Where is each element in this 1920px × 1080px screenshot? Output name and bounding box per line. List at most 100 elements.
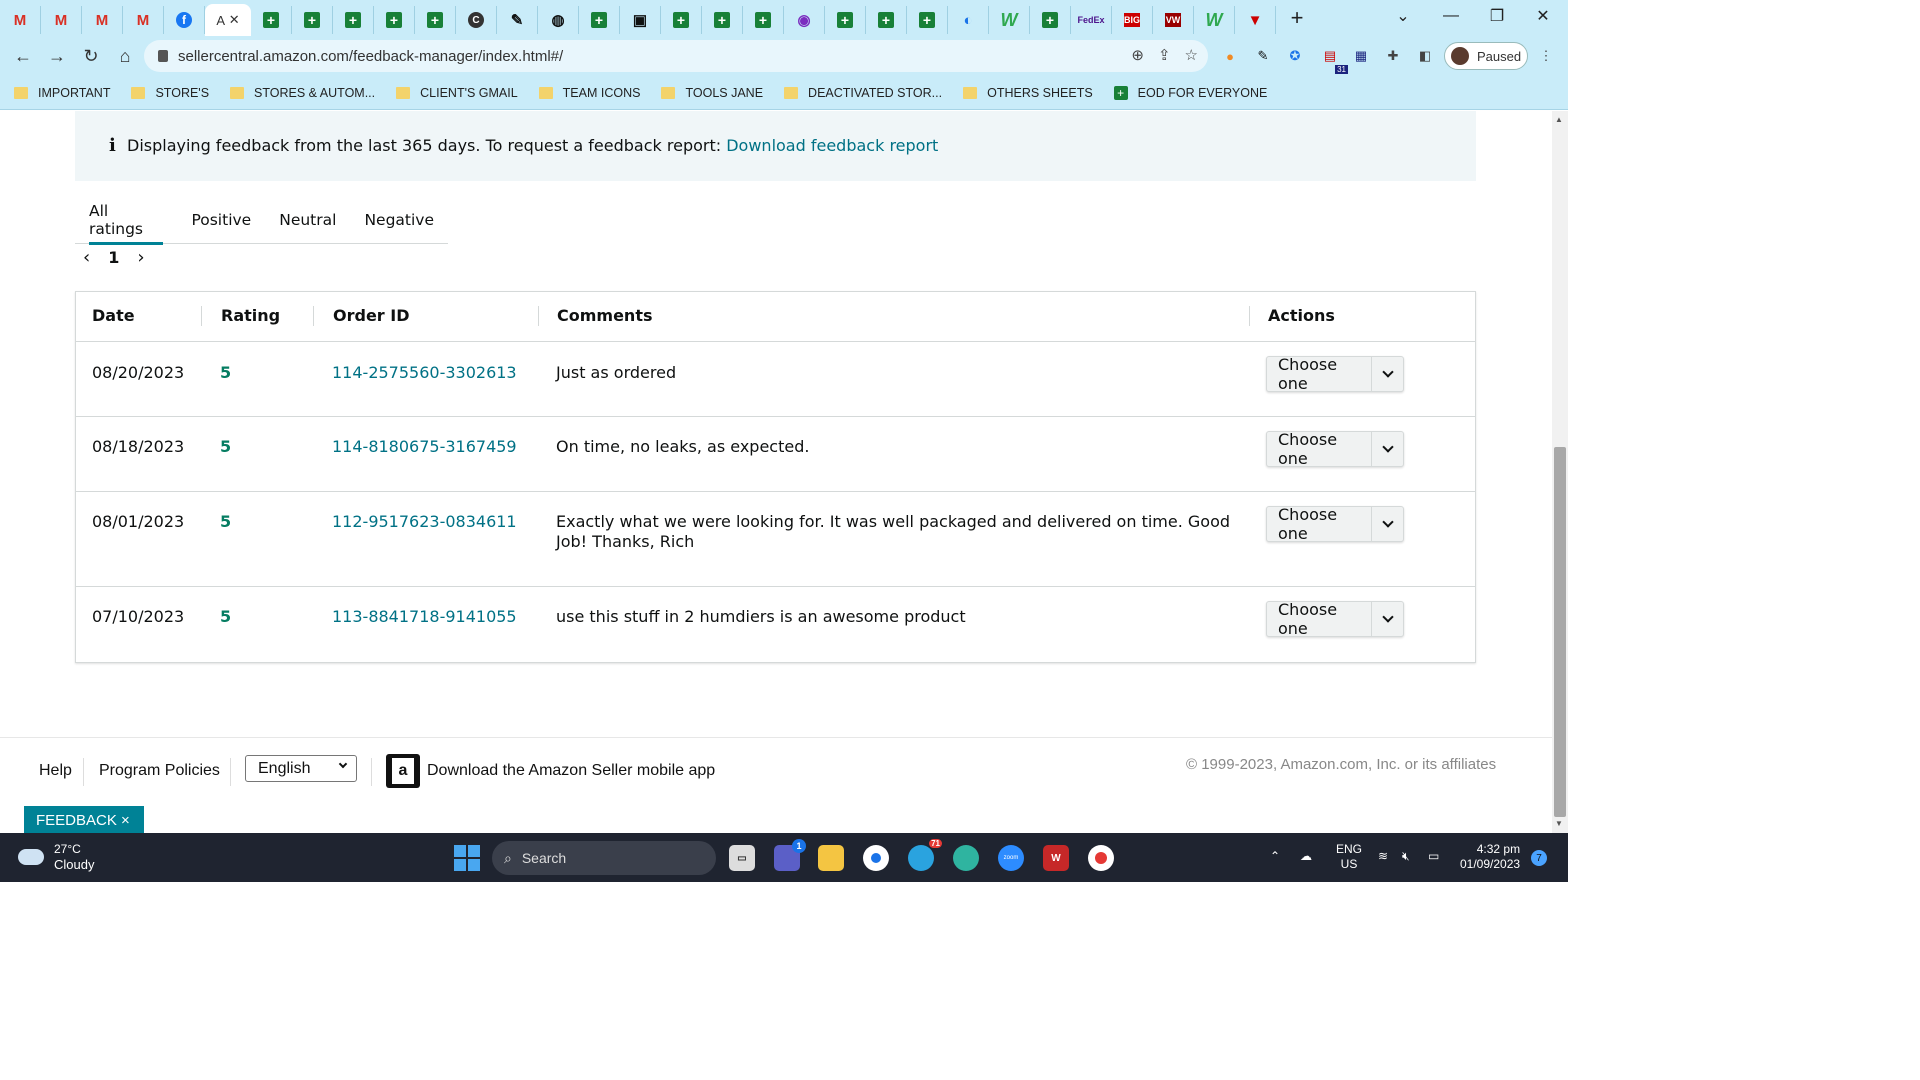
bookmark-folder[interactable]: CLIENT'S GMAIL <box>396 86 518 100</box>
chevron-down-icon[interactable] <box>1371 507 1403 541</box>
tab-sheets-8[interactable]: + <box>702 6 743 34</box>
tab-search-chevron-icon[interactable]: ⌄ <box>1380 0 1426 32</box>
order-id-link[interactable]: 114-8180675-3167459 <box>332 437 517 457</box>
chevron-down-icon[interactable] <box>1371 432 1403 466</box>
tab-sheets-1[interactable]: + <box>251 6 292 34</box>
clock[interactable]: 4:32 pm 01/09/2023 <box>1460 842 1520 872</box>
tab-facebook[interactable]: f <box>164 6 205 34</box>
restore-button[interactable]: ❐ <box>1474 0 1520 32</box>
tab-sheets-7[interactable]: + <box>661 6 702 34</box>
tab-positive[interactable]: Positive <box>177 196 265 244</box>
download-feedback-report-link[interactable]: Download feedback report <box>726 136 938 155</box>
side-panel-icon[interactable]: ◧ <box>1413 44 1437 68</box>
tab-gmail-2[interactable]: M <box>41 6 82 34</box>
extension-icon[interactable]: ✎ <box>1251 44 1275 68</box>
action-dropdown[interactable]: Choose one <box>1266 600 1404 638</box>
reload-button[interactable]: ↻ <box>74 46 108 67</box>
download-app-link[interactable]: Download the Amazon Seller mobile app <box>427 762 715 780</box>
extension-icon[interactable]: ✪ <box>1283 44 1307 68</box>
tab-neutral[interactable]: Neutral <box>265 196 350 244</box>
tab-sheets-12[interactable]: + <box>907 6 948 34</box>
action-dropdown[interactable]: Choose one <box>1266 505 1404 543</box>
chevron-down-icon[interactable] <box>1371 357 1403 391</box>
action-dropdown[interactable]: Choose one <box>1266 430 1404 468</box>
bookmark-folder[interactable]: STORES & AUTOM... <box>230 86 375 100</box>
telegram-icon[interactable]: 71 <box>908 839 942 871</box>
back-button[interactable]: ← <box>6 46 40 67</box>
share-icon[interactable]: ⇪ <box>1158 46 1171 64</box>
chevron-down-icon[interactable] <box>1371 602 1403 636</box>
tab-gmail-1[interactable]: M <box>0 6 41 34</box>
file-explorer-icon[interactable] <box>818 845 844 871</box>
order-id-link[interactable]: 112-9517623-0834611 <box>332 512 517 532</box>
wifi-icon[interactable]: ≋ <box>1378 849 1388 863</box>
tab-gmail-4[interactable]: M <box>123 6 164 34</box>
calendar-extension-icon[interactable]: ▤ 31 <box>1318 44 1348 74</box>
tab-sheets-2[interactable]: + <box>292 6 333 34</box>
scroll-up-icon[interactable]: ▲ <box>1555 115 1563 124</box>
order-id-link[interactable]: 113-8841718-9141055 <box>332 607 517 627</box>
tab-image[interactable]: ▣ <box>620 6 661 34</box>
prev-page-icon[interactable]: ‹ <box>83 247 90 268</box>
tab-sheets-11[interactable]: + <box>866 6 907 34</box>
wps-office-icon[interactable]: W <box>1043 845 1069 871</box>
close-window-button[interactable]: ✕ <box>1520 0 1566 32</box>
tab-red-app[interactable]: ▼ <box>1235 6 1276 34</box>
chrome-icon[interactable] <box>863 845 889 871</box>
extensions-puzzle-icon[interactable]: ✚ <box>1381 44 1405 68</box>
firefox-extension-icon[interactable]: ● <box>1218 44 1242 68</box>
language-select[interactable]: English <box>245 755 357 782</box>
zoom-app-icon[interactable]: zoom <box>998 845 1024 871</box>
language-indicator[interactable]: ENG US <box>1336 842 1362 872</box>
scrollbar-thumb[interactable] <box>1554 447 1566 817</box>
start-button[interactable] <box>454 845 480 871</box>
tab-big[interactable]: BIG <box>1112 6 1153 34</box>
minimize-button[interactable]: — <box>1428 0 1474 32</box>
volume-muted-icon[interactable]: 🔇︎ <box>1402 849 1410 864</box>
tab-circle-c[interactable]: C <box>456 6 497 34</box>
bookmark-sheet[interactable]: + EOD FOR EVERYONE <box>1113 85 1267 100</box>
close-tab-icon[interactable]: ✕ <box>229 12 240 28</box>
tab-sheets-9[interactable]: + <box>743 6 784 34</box>
weather-widget[interactable]: 27°C Cloudy <box>18 841 94 873</box>
tab-fedex[interactable]: FedEx <box>1071 6 1112 34</box>
teams-icon[interactable]: 1 <box>774 839 806 871</box>
menu-kebab-icon[interactable]: ⋮ <box>1534 44 1558 68</box>
help-link[interactable]: Help <box>39 762 72 780</box>
bookmark-folder[interactable]: IMPORTANT <box>14 86 110 100</box>
tab-pencil[interactable]: ✎ <box>497 6 538 34</box>
tab-active-amazon[interactable]: A ✕ <box>205 4 251 36</box>
tray-overflow-chevron-icon[interactable]: ⌃ <box>1270 849 1280 863</box>
tab-blue-app[interactable]: ◐ <box>948 6 989 34</box>
tab-all-ratings[interactable]: All ratings <box>75 196 177 245</box>
edge-icon[interactable] <box>953 845 979 871</box>
bookmark-star-icon[interactable]: ☆ <box>1185 46 1198 64</box>
onedrive-cloud-icon[interactable]: ☁ <box>1300 849 1312 863</box>
tab-gmail-3[interactable]: M <box>82 6 123 34</box>
bookmark-folder[interactable]: STORE'S <box>131 86 209 100</box>
order-id-link[interactable]: 114-2575560-3302613 <box>332 363 517 383</box>
app-icon[interactable] <box>1088 845 1114 871</box>
tab-sheets-10[interactable]: + <box>825 6 866 34</box>
tab-negative[interactable]: Negative <box>350 196 448 244</box>
tab-sheets-3[interactable]: + <box>333 6 374 34</box>
profile-button[interactable]: Paused <box>1444 42 1528 70</box>
taskbar-search[interactable]: ⌕ Search <box>492 841 716 875</box>
action-dropdown[interactable]: Choose one <box>1266 355 1404 393</box>
tab-vw[interactable]: VW <box>1153 6 1194 34</box>
bookmark-folder[interactable]: OTHERS SHEETS <box>963 86 1093 100</box>
tab-chat[interactable]: ◉ <box>784 6 825 34</box>
bookmark-folder[interactable]: TEAM ICONS <box>538 86 640 100</box>
zoom-icon[interactable]: ⊕ <box>1131 46 1144 64</box>
program-policies-link[interactable]: Program Policies <box>99 762 220 780</box>
tab-sheets-4[interactable]: + <box>374 6 415 34</box>
next-page-icon[interactable]: › <box>137 247 144 268</box>
tab-w-1[interactable]: W <box>989 6 1030 34</box>
tab-w-2[interactable]: W <box>1194 6 1235 34</box>
scroll-down-icon[interactable]: ▼ <box>1555 819 1563 828</box>
url-bar[interactable]: sellercentral.amazon.com/feedback-manage… <box>144 40 1208 72</box>
amazon-app-logo-icon[interactable]: a <box>386 754 420 788</box>
bookmark-folder[interactable]: TOOLS JANE <box>661 86 763 100</box>
feedback-tab-button[interactable]: FEEDBACK × <box>24 806 144 833</box>
page-scrollbar[interactable]: ▲ ▼ <box>1552 111 1568 833</box>
